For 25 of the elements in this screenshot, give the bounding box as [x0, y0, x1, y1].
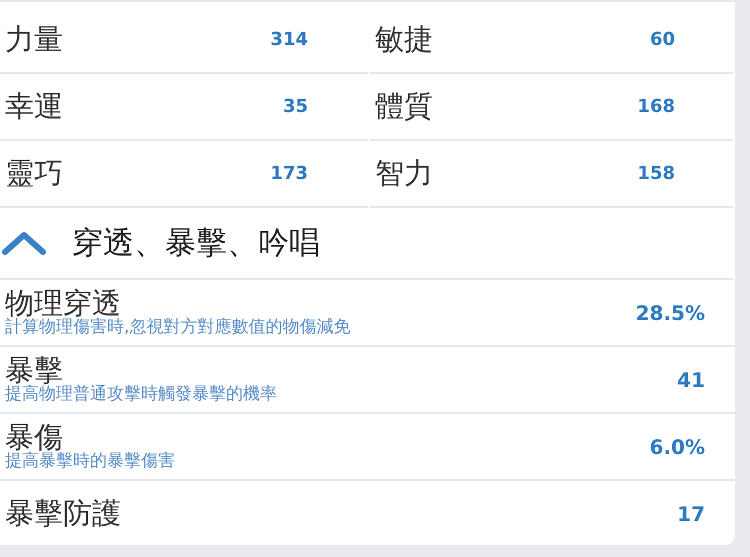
stat-name: 暴傷	[5, 422, 63, 452]
stat-value: 17	[677, 500, 705, 528]
stat-name: 物理穿透	[5, 288, 121, 318]
attribute-value: 35	[282, 95, 308, 119]
stat-name: 暴擊防護	[5, 499, 121, 528]
collapse-chevron-icon[interactable]	[2, 230, 46, 256]
stat-value: 41	[677, 366, 705, 394]
attribute-value: 158	[637, 162, 675, 186]
attribute-value: 168	[637, 95, 675, 119]
attribute-value: 314	[270, 28, 308, 52]
stat-description: 計算物理傷害時,忽視對方對應數值的物傷減免	[5, 318, 350, 336]
attribute-value: 60	[650, 28, 675, 52]
stat-value: 6.0%	[650, 434, 705, 460]
attribute-label: 幸運	[5, 88, 63, 125]
stat-description: 提高暴擊時的暴擊傷害	[5, 452, 175, 470]
stat-name: 暴擊	[5, 356, 63, 385]
stat-description: 提高物理普通攻擊時觸發暴擊的機率	[5, 384, 277, 404]
attribute-value: 173	[270, 162, 308, 186]
attribute-label: 靈巧	[5, 154, 63, 192]
stat-value: 28.5%	[636, 300, 705, 326]
attribute-label: 力量	[5, 20, 63, 58]
section-title: 穿透、暴擊、吟唱	[72, 224, 320, 263]
attribute-label: 智力	[375, 154, 433, 192]
attribute-label: 敏捷	[375, 20, 433, 58]
attribute-label: 體質	[375, 88, 433, 125]
